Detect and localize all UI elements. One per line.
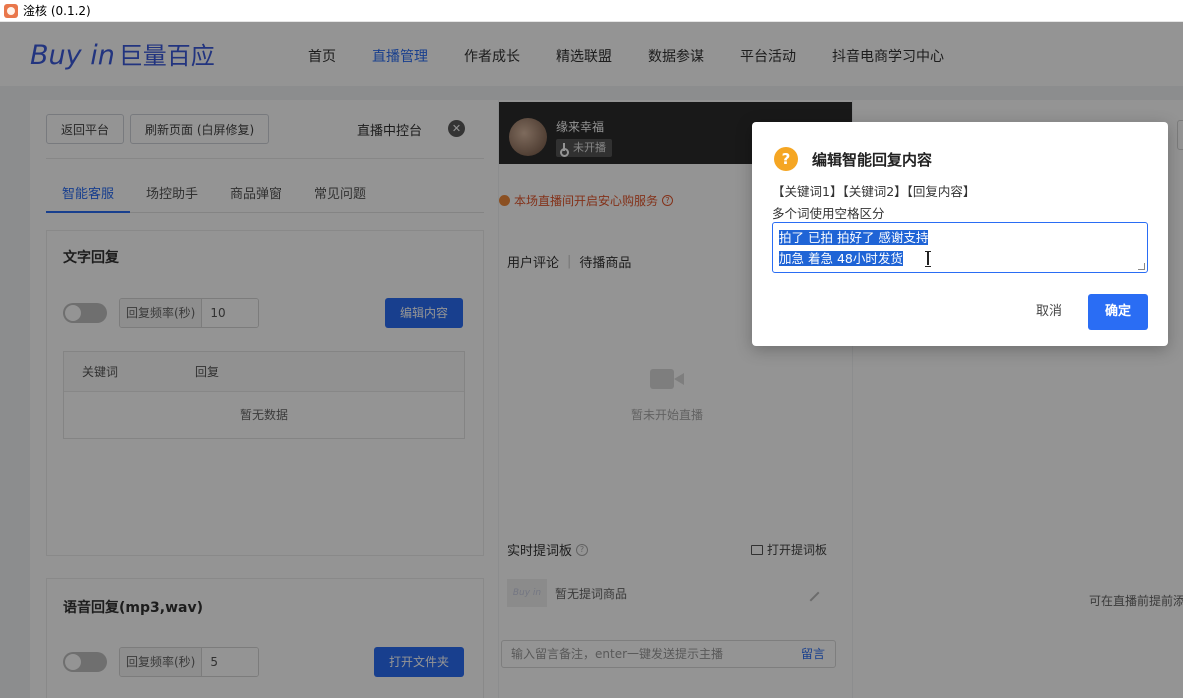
format-hint: 【关键词1】【关键词2】【回复内容】	[772, 184, 976, 199]
separator-hint: 多个词使用空格区分	[772, 206, 885, 221]
app-icon	[4, 3, 18, 18]
reply-content-textarea[interactable]: 拍了 已拍 拍好了 感谢支持 加急 着急 48小时发货	[772, 222, 1148, 273]
question-icon: ?	[774, 147, 798, 171]
selected-text-line-2: 加急 着急 48小时发货	[779, 251, 903, 266]
edit-reply-dialog: ? 编辑智能回复内容 【关键词1】【关键词2】【回复内容】 多个词使用空格区分 …	[752, 122, 1168, 346]
selected-text-line-1: 拍了 已拍 拍好了 感谢支持	[779, 230, 929, 245]
dialog-title: 编辑智能回复内容	[812, 151, 933, 169]
confirm-button[interactable]: 确定	[1088, 294, 1148, 330]
text-cursor-icon	[925, 251, 931, 267]
window-title: 淦核 (0.1.2)	[23, 4, 91, 18]
cancel-button[interactable]: 取消	[1022, 294, 1076, 330]
window-titlebar: 淦核 (0.1.2)	[0, 0, 1183, 22]
resize-handle[interactable]	[1138, 263, 1145, 270]
